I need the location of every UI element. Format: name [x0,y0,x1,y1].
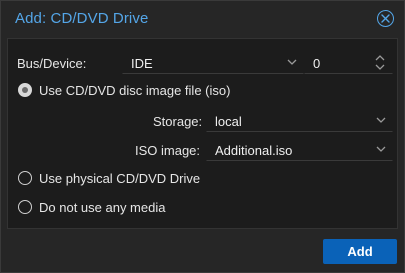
stepper-arrows-icon[interactable] [375,54,385,71]
option-none-radio-row[interactable]: Do not use any media [18,200,318,218]
dialog-titlebar[interactable]: Add: CD/DVD Drive [1,1,404,35]
chevron-down-icon [287,59,297,65]
dialog-footer: Add [1,231,404,272]
add-button[interactable]: Add [323,239,397,264]
option-iso-radio-row[interactable]: Use CD/DVD disc image file (iso) [18,83,318,101]
add-cd-dvd-dialog: Add: CD/DVD Drive Bus/Device: IDE 0 Use … [0,0,405,273]
bus-device-label: Bus/Device: [17,56,87,71]
iso-image-select[interactable]: Additional.iso [206,137,393,161]
chevron-down-icon [376,146,386,152]
close-icon [381,14,390,23]
chevron-down-icon [376,117,386,123]
option-none-radio[interactable] [18,200,32,214]
dialog-title: Add: CD/DVD Drive [15,10,149,27]
device-number-value: 0 [313,56,321,71]
option-physical-radio-row[interactable]: Use physical CD/DVD Drive [18,171,318,189]
option-iso-radio[interactable] [18,83,32,97]
iso-image-label: ISO image: [135,143,201,158]
option-physical-label: Use physical CD/DVD Drive [39,171,201,186]
storage-label: Storage: [153,114,203,129]
option-physical-radio[interactable] [18,171,32,185]
dialog-body: Bus/Device: IDE 0 Use CD/DVD disc image … [7,38,398,229]
option-none-label: Do not use any media [39,200,166,215]
storage-select-value: local [215,114,242,129]
close-button[interactable] [377,10,394,27]
device-number-stepper[interactable]: 0 [304,50,393,74]
option-iso-label: Use CD/DVD disc image file (iso) [39,83,231,98]
iso-image-select-value: Additional.iso [215,143,293,158]
bus-select-value: IDE [131,56,153,71]
storage-select[interactable]: local [206,108,393,132]
bus-select[interactable]: IDE [122,50,304,74]
